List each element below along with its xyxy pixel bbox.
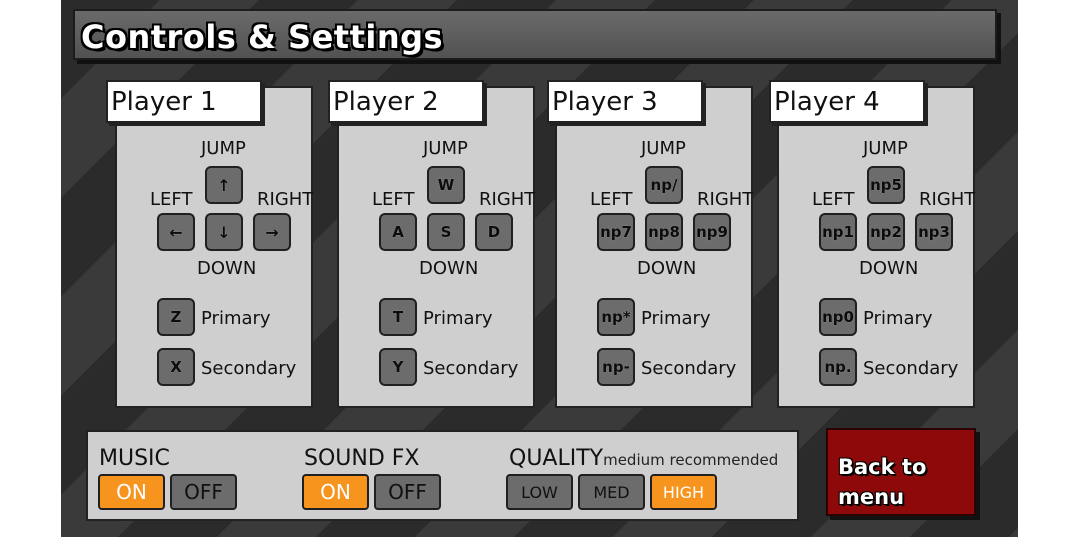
player-2-right-key[interactable]: D bbox=[475, 213, 513, 251]
player-3-left-key[interactable]: np7 bbox=[597, 213, 635, 251]
down-label: DOWN bbox=[197, 258, 257, 279]
quality-label-text: QUALITY bbox=[509, 446, 604, 471]
player-3-right-key[interactable]: np9 bbox=[693, 213, 731, 251]
music-off-button[interactable]: OFF bbox=[170, 474, 237, 510]
down-label: DOWN bbox=[419, 258, 479, 279]
jump-label: JUMP bbox=[201, 138, 246, 159]
page-title: Controls & Settings bbox=[81, 18, 444, 56]
player-2-tab: Player 2 bbox=[328, 80, 484, 123]
secondary-label: Secondary bbox=[423, 358, 519, 379]
primary-label: Primary bbox=[201, 308, 271, 329]
music-label: MUSIC bbox=[99, 446, 170, 471]
player-2-secondary-key[interactable]: Y bbox=[379, 348, 417, 386]
player-3-jump-key[interactable]: np/ bbox=[645, 166, 683, 204]
quality-med-button[interactable]: MED bbox=[578, 474, 645, 510]
right-label: RIGHT bbox=[479, 189, 536, 210]
player-1-down-key[interactable]: ↓ bbox=[205, 213, 243, 251]
left-label: LEFT bbox=[812, 189, 855, 210]
quality-low-button[interactable]: LOW bbox=[506, 474, 573, 510]
back-to-menu-button[interactable]: Back to menu bbox=[826, 428, 976, 516]
primary-label: Primary bbox=[641, 308, 711, 329]
player-2-down-key[interactable]: S bbox=[427, 213, 465, 251]
left-label: LEFT bbox=[150, 189, 193, 210]
player-3-secondary-key[interactable]: np- bbox=[597, 348, 635, 386]
primary-label: Primary bbox=[863, 308, 933, 329]
down-label: DOWN bbox=[637, 258, 697, 279]
player-3-tab: Player 3 bbox=[547, 80, 703, 123]
player-1-panel: JUMP LEFT RIGHT DOWN Primary Secondary ↑ ← ↓ → Z X bbox=[115, 86, 313, 408]
player-2-left-key[interactable]: A bbox=[379, 213, 417, 251]
player-1-right-key[interactable]: → bbox=[253, 213, 291, 251]
right-label: RIGHT bbox=[697, 189, 754, 210]
player-4-left-key[interactable]: np1 bbox=[819, 213, 857, 251]
player-1-left-key[interactable]: ← bbox=[157, 213, 195, 251]
player-1-tab: Player 1 bbox=[106, 80, 262, 123]
player-4-down-key[interactable]: np2 bbox=[867, 213, 905, 251]
back-to-menu-label: Back to menu bbox=[838, 452, 926, 512]
back-to-menu-line2: menu bbox=[838, 485, 905, 509]
quality-high-button[interactable]: HIGH bbox=[650, 474, 717, 510]
jump-label: JUMP bbox=[423, 138, 468, 159]
sound-fx-label: SOUND FX bbox=[304, 446, 420, 471]
right-label: RIGHT bbox=[919, 189, 976, 210]
player-2-panel: JUMP LEFT RIGHT DOWN Primary Secondary W A S D T Y bbox=[337, 86, 535, 408]
primary-label: Primary bbox=[423, 308, 493, 329]
player-4-panel: JUMP LEFT RIGHT DOWN Primary Secondary np5 np1 n… bbox=[777, 86, 975, 408]
player-2-primary-key[interactable]: T bbox=[379, 298, 417, 336]
quality-label: QUALITYmedium recommended bbox=[509, 446, 778, 471]
jump-label: JUMP bbox=[863, 138, 908, 159]
player-1-secondary-key[interactable]: X bbox=[157, 348, 195, 386]
player-1-primary-key[interactable]: Z bbox=[157, 298, 195, 336]
player-4-tab: Player 4 bbox=[769, 80, 925, 123]
secondary-label: Secondary bbox=[201, 358, 297, 379]
sound-fx-on-button[interactable]: ON bbox=[302, 474, 369, 510]
game-screen: Controls & Settings JUMP LEFT RIGHT DOWN Pri… bbox=[61, 0, 1018, 537]
player-2-jump-key[interactable]: W bbox=[427, 166, 465, 204]
left-label: LEFT bbox=[372, 189, 415, 210]
sound-fx-off-button[interactable]: OFF bbox=[374, 474, 441, 510]
settings-panel: MUSIC ON OFF SOUND FX ON OFF QUALITYmedi… bbox=[86, 430, 799, 521]
player-3-down-key[interactable]: np8 bbox=[645, 213, 683, 251]
left-label: LEFT bbox=[590, 189, 633, 210]
player-1-jump-key[interactable]: ↑ bbox=[205, 166, 243, 204]
player-4-primary-key[interactable]: np0 bbox=[819, 298, 857, 336]
player-4-secondary-key[interactable]: np. bbox=[819, 348, 857, 386]
secondary-label: Secondary bbox=[863, 358, 959, 379]
music-on-button[interactable]: ON bbox=[98, 474, 165, 510]
player-4-jump-key[interactable]: np5 bbox=[867, 166, 905, 204]
title-bar: Controls & Settings bbox=[73, 9, 997, 60]
secondary-label: Secondary bbox=[641, 358, 737, 379]
quality-note: medium recommended bbox=[603, 451, 779, 469]
down-label: DOWN bbox=[859, 258, 919, 279]
player-3-panel: JUMP LEFT RIGHT DOWN Primary Secondary np/np7 n… bbox=[555, 86, 753, 408]
player-3-primary-key[interactable]: np* bbox=[597, 298, 635, 336]
jump-label: JUMP bbox=[641, 138, 686, 159]
right-label: RIGHT bbox=[257, 189, 314, 210]
player-4-right-key[interactable]: np3 bbox=[915, 213, 953, 251]
back-to-menu-line1: Back to bbox=[838, 455, 927, 479]
